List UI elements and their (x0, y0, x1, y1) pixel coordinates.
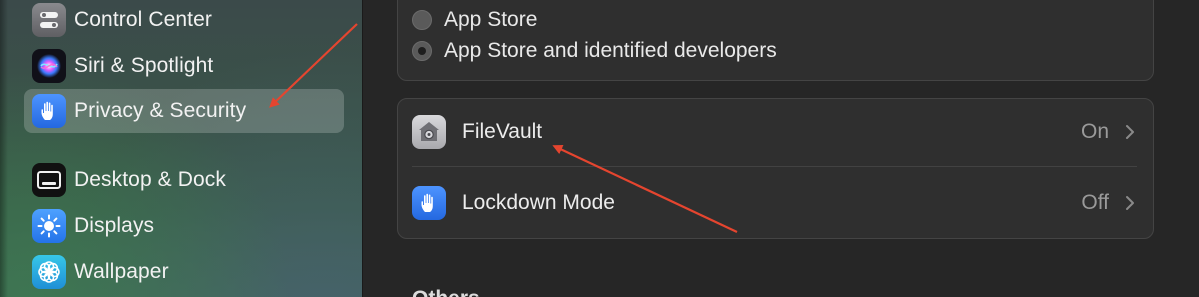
sidebar-shadow (0, 0, 8, 297)
desktop-dock-icon (32, 163, 66, 197)
chevron-right-icon (1121, 194, 1139, 212)
section-title-others: Others (412, 287, 480, 297)
hand-icon (32, 94, 66, 128)
sidebar-item-label: Siri & Spotlight (74, 54, 214, 77)
sidebar-item-control-center[interactable]: Control Center (24, 0, 344, 42)
radio-button[interactable] (412, 10, 432, 30)
radio-label: App Store and identified developers (444, 39, 777, 62)
sidebar-item-privacy-security[interactable]: Privacy & Security (24, 89, 344, 133)
row-label: Lockdown Mode (462, 191, 615, 214)
sidebar-item-desktop-dock[interactable]: Desktop & Dock (24, 158, 344, 202)
radio-app-store-identified-developers[interactable]: App Store and identified developers (412, 37, 777, 65)
siri-icon (32, 49, 66, 83)
sidebar-item-label: Wallpaper (74, 260, 169, 283)
system-settings-window: Control Center Siri & Spotlight Privacy … (0, 0, 1199, 297)
sidebar-item-displays[interactable]: Displays (24, 204, 344, 248)
sidebar-item-label: Control Center (74, 8, 212, 31)
sidebar-item-label: Desktop & Dock (74, 168, 226, 191)
lockdown-mode-row[interactable]: Lockdown Mode Off (397, 170, 1153, 236)
sidebar: Control Center Siri & Spotlight Privacy … (0, 0, 363, 297)
row-divider (412, 166, 1137, 167)
sidebar-item-siri-spotlight[interactable]: Siri & Spotlight (24, 44, 344, 88)
hand-icon (412, 186, 446, 220)
radio-app-store[interactable]: App Store (412, 6, 537, 34)
flower-icon (32, 255, 66, 289)
row-label: FileVault (462, 120, 543, 143)
filevault-icon (412, 115, 446, 149)
sidebar-item-label: Privacy & Security (74, 99, 247, 122)
filevault-status: On (1080, 120, 1109, 143)
control-center-icon (32, 3, 66, 37)
brightness-icon (32, 209, 66, 243)
radio-button-selected[interactable] (412, 41, 432, 61)
filevault-row[interactable]: FileVault On (397, 99, 1153, 165)
sidebar-item-label: Displays (74, 214, 155, 237)
chevron-right-icon (1121, 123, 1139, 141)
radio-label: App Store (444, 8, 538, 31)
lockdown-mode-status: Off (1081, 191, 1109, 214)
sidebar-item-wallpaper[interactable]: Wallpaper (24, 250, 344, 294)
